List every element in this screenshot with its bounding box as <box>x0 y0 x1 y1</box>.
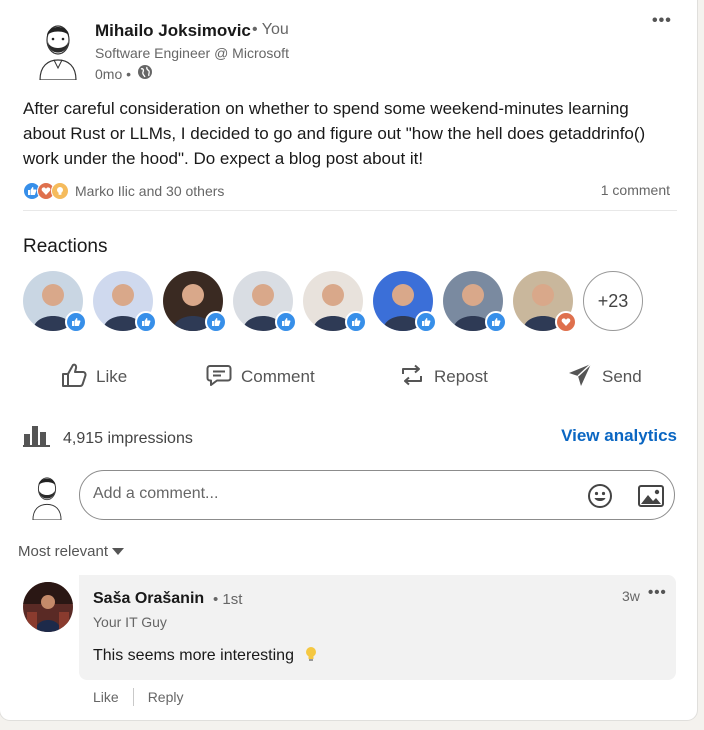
image-icon[interactable] <box>637 483 665 509</box>
comment-time: 3w <box>622 588 640 604</box>
like-icon <box>65 311 87 333</box>
lightbulb-icon <box>304 647 318 666</box>
comment-box[interactable] <box>79 470 675 520</box>
author-relation: • You <box>252 21 289 38</box>
commenter-degree: • 1st <box>213 591 243 608</box>
globe-icon <box>137 64 153 83</box>
like-button[interactable]: Like <box>60 362 127 392</box>
post-more-button[interactable]: ••• <box>652 12 672 30</box>
comments-count[interactable]: 1 comment <box>601 182 670 198</box>
author-headline: Software Engineer @ Microsoft <box>95 45 289 61</box>
reactions-title: Reactions <box>23 236 108 257</box>
like-label: Like <box>96 367 128 386</box>
comment-more-button[interactable]: ••• <box>648 584 667 601</box>
like-icon <box>205 311 227 333</box>
post-time: 0mo • <box>95 64 153 83</box>
repost-label: Repost <box>434 367 488 386</box>
repost-button[interactable]: Repost <box>398 362 488 392</box>
like-icon <box>345 311 367 333</box>
like-icon <box>275 311 297 333</box>
reactor-avatar[interactable] <box>373 271 437 333</box>
author-name[interactable]: Mihailo Joksimovic <box>95 21 251 41</box>
impressions-row[interactable]: 4,915 impressions <box>23 424 193 453</box>
divider <box>23 210 677 211</box>
comment-label: Comment <box>241 367 315 386</box>
comment-actions: Like Reply <box>93 688 183 706</box>
repost-icon <box>398 361 426 394</box>
view-analytics-link[interactable]: View analytics <box>561 426 677 446</box>
like-icon <box>485 311 507 333</box>
reactor-avatar[interactable] <box>163 271 227 333</box>
reactor-avatar[interactable] <box>93 271 157 333</box>
emoji-icon[interactable] <box>587 483 613 509</box>
comment-reply-button[interactable]: Reply <box>148 689 184 705</box>
reactor-avatar[interactable] <box>303 271 367 333</box>
comment-icon <box>205 361 233 394</box>
current-user-avatar <box>24 470 70 521</box>
commenter-headline: Your IT Guy <box>93 614 167 630</box>
reactor-avatar[interactable] <box>443 271 507 333</box>
reactions-summary[interactable]: Marko Ilic and 30 others <box>23 181 224 201</box>
impressions-text: 4,915 impressions <box>63 429 193 447</box>
author-avatar[interactable] <box>32 16 84 81</box>
reactor-avatar[interactable] <box>23 271 87 333</box>
send-button[interactable]: Send <box>566 362 642 392</box>
reactor-avatar[interactable] <box>513 271 577 333</box>
reactors-summary-text: Marko Ilic and 30 others <box>75 183 225 199</box>
comment-like-button[interactable]: Like <box>93 689 119 705</box>
commenter-name[interactable]: Saša Orašanin <box>93 590 204 608</box>
bar-chart-icon <box>23 424 51 453</box>
insightful-icon <box>51 182 69 200</box>
post-card: Mihailo Joksimovic • You Software Engine… <box>0 0 697 720</box>
more-reactions-button[interactable]: +23 <box>583 271 643 331</box>
send-icon <box>566 361 594 394</box>
commenter-avatar[interactable] <box>23 582 73 632</box>
post-time-text: 0mo • <box>95 65 132 82</box>
send-label: Send <box>602 367 642 386</box>
comment-input[interactable] <box>91 484 565 504</box>
caret-down-icon <box>112 543 125 560</box>
comment-bubble: Saša Orašanin • 1st Your IT Guy 3w ••• T… <box>79 575 676 680</box>
sort-dropdown[interactable]: Most relevant <box>18 543 125 560</box>
comment-text-body: This seems more interesting <box>93 647 294 664</box>
like-icon <box>135 311 157 333</box>
like-outline-icon <box>60 361 88 394</box>
reactor-avatar[interactable] <box>233 271 297 333</box>
post-text: After careful consideration on whether t… <box>23 99 646 168</box>
love-icon <box>555 311 577 333</box>
comment-text: This seems more interesting <box>93 646 318 667</box>
like-icon <box>415 311 437 333</box>
divider <box>132 688 134 706</box>
sort-label: Most relevant <box>18 543 109 560</box>
comment-button[interactable]: Comment <box>205 362 315 392</box>
